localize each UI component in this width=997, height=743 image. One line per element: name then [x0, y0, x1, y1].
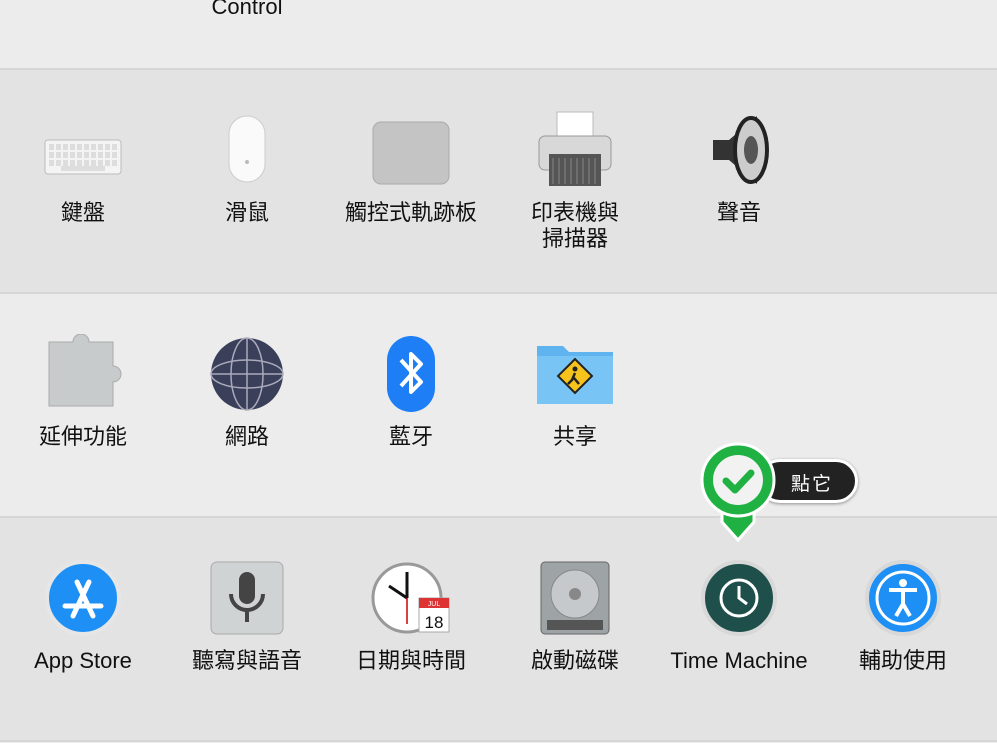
pref-pane-trackpad[interactable]: 觸控式軌跡板	[329, 110, 493, 226]
pref-pane-label: 日期與時間	[355, 648, 466, 673]
pref-pane-label: Mission Control	[211, 0, 283, 19]
section-personal	[0, 0, 997, 70]
click-here-tooltip: 點它	[700, 442, 860, 546]
pref-pane-keyboard[interactable]: 鍵盤	[1, 110, 165, 226]
pref-pane-mouse[interactable]: 滑鼠	[165, 110, 329, 226]
pref-pane-label: 輔助使用	[858, 648, 947, 673]
pref-pane-sharing-folder[interactable]: 共享	[493, 334, 657, 450]
pref-pane-label: 滑鼠	[224, 200, 269, 225]
pref-pane-globe[interactable]: 網路	[165, 334, 329, 450]
pref-pane-microphone[interactable]: 聽寫與語音	[165, 558, 329, 674]
pref-pane-time-machine[interactable]: Time Machine	[657, 558, 821, 674]
bluetooth-icon	[387, 336, 435, 412]
accessibility-icon	[865, 560, 941, 636]
pref-pane-app-store[interactable]: App Store	[1, 558, 165, 674]
puzzle-icon	[48, 334, 122, 407]
pref-pane-label: 聲音	[716, 200, 761, 225]
pref-pane-label: 共享	[552, 424, 597, 449]
mouse-icon	[228, 115, 266, 183]
pref-pane-mission-control[interactable]: Mission Control	[165, 0, 329, 20]
calendar-day: 18	[425, 613, 444, 632]
pref-pane-clock-calendar[interactable]: JUL 18 日期與時間	[329, 558, 493, 674]
pref-pane-label: 藍牙	[388, 424, 433, 449]
pref-pane-puzzle[interactable]: 延伸功能	[1, 334, 165, 450]
printer-icon	[538, 111, 612, 186]
pref-pane-hard-drive[interactable]: 啟動磁碟	[493, 558, 657, 674]
pref-pane-label: App Store	[34, 648, 132, 673]
tooltip-label: 點它	[791, 474, 834, 495]
pref-pane-label: 鍵盤	[60, 200, 105, 225]
pref-pane-label: 啟動磁碟	[530, 648, 619, 673]
pref-pane-label: 網路	[224, 424, 269, 449]
hard-drive-icon	[540, 561, 610, 635]
pref-pane-label: 延伸功能	[38, 424, 127, 449]
time-machine-icon	[701, 560, 777, 636]
pref-pane-label: 印表機與 掃描器	[530, 200, 619, 251]
pref-pane-accessibility[interactable]: 輔助使用	[821, 558, 985, 674]
pref-pane-label: 聽寫與語音	[191, 648, 302, 673]
clock-calendar-icon: JUL 18	[371, 562, 450, 634]
keyboard-icon	[44, 139, 122, 175]
app-store-icon	[45, 560, 121, 636]
checkmark-pin-icon	[700, 442, 776, 543]
pref-pane-label: Time Machine	[670, 648, 808, 673]
globe-icon	[210, 337, 284, 411]
calendar-month: JUL	[428, 601, 441, 608]
trackpad-icon	[372, 121, 450, 185]
microphone-icon	[210, 561, 284, 635]
pref-pane-label: 觸控式軌跡板	[344, 200, 477, 225]
pref-pane-bluetooth[interactable]: 藍牙	[329, 334, 493, 450]
pref-pane-speaker[interactable]: 聲音	[657, 110, 821, 226]
pref-pane-printer[interactable]: 印表機與 掃描器	[493, 110, 657, 252]
speaker-icon	[713, 116, 769, 184]
sharing-folder-icon	[537, 346, 613, 404]
